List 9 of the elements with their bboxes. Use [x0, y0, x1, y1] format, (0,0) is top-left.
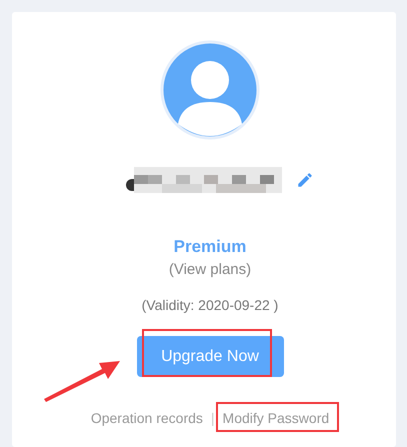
edit-icon[interactable] — [296, 171, 314, 189]
plan-name: Premium — [174, 237, 246, 257]
avatar-icon — [160, 40, 260, 140]
view-plans-link[interactable]: (View plans) — [168, 261, 252, 278]
modify-password-link[interactable]: Modify Password — [222, 410, 330, 426]
separator: | — [210, 410, 215, 426]
validity-text: (Validity: 2020-09-22 ) — [142, 297, 278, 313]
upgrade-button[interactable]: Upgrade Now — [136, 336, 284, 377]
operation-records-link[interactable]: Operation records — [90, 410, 203, 426]
